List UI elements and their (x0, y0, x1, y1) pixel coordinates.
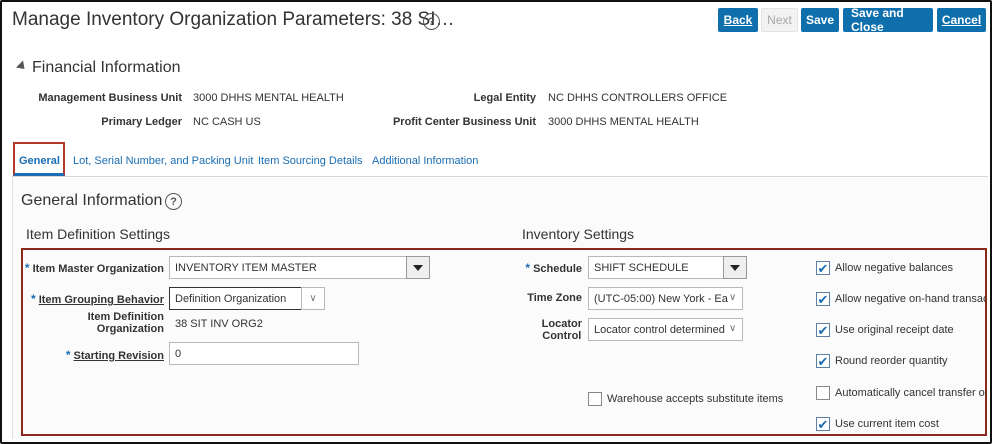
check-icon: ✔ (817, 291, 829, 307)
warehouse-substitute-label: Warehouse accepts substitute items (607, 393, 784, 405)
schedule-label: * Schedule (525, 261, 582, 275)
tab-additional-information[interactable]: Additional Information (372, 155, 478, 167)
dropdown-arrow-icon (730, 264, 740, 271)
grouping-chevron[interactable]: ∨ (301, 287, 325, 310)
dropdown-arrow-icon (413, 264, 423, 271)
page-title: Manage Inventory Organization Parameters… (12, 9, 455, 31)
timezone-label: Time Zone (527, 292, 582, 304)
locator-label: Locator Control (541, 318, 582, 342)
option-label-1: Allow negative on-hand transactio (835, 293, 986, 305)
next-button[interactable]: Next (761, 8, 798, 32)
check-icon: ✔ (817, 353, 829, 369)
legal-entity-label: Legal Entity (473, 92, 536, 104)
collapse-triangle-icon[interactable] (15, 60, 29, 73)
highlight-box (21, 248, 987, 436)
help-icon[interactable]: ? (423, 13, 440, 30)
option-label-2: Use original receipt date (835, 324, 954, 336)
item-definition-heading: Item Definition Settings (26, 226, 170, 242)
revision-label: * Starting Revision (65, 348, 164, 362)
check-icon: ✔ (817, 416, 829, 432)
def-org-value: 38 SIT INV ORG2 (175, 318, 263, 330)
item-master-label: * Item Master Organization (24, 261, 164, 275)
locator-control-select[interactable]: Locator control determined (588, 318, 743, 341)
general-info-heading: General Information (21, 192, 163, 209)
option-checkbox-0[interactable]: ✔ (816, 261, 830, 275)
legal-entity-value: NC DHHS CONTROLLERS OFFICE (548, 92, 728, 104)
inventory-settings-heading: Inventory Settings (522, 226, 635, 242)
grouping-label: * Item Grouping Behavior (31, 292, 164, 306)
grouping-select[interactable]: Definition Organization (169, 287, 302, 310)
save-and-close-button[interactable]: Save and Close (843, 6, 933, 34)
back-button[interactable]: Back (718, 8, 758, 32)
def-org-label: Item Definition Organization (87, 311, 164, 335)
option-checkbox-3[interactable]: ✔ (816, 354, 830, 368)
profit-center-value: 3000 DHHS MENTAL HEALTH (548, 116, 699, 128)
warehouse-substitute-checkbox[interactable] (588, 392, 602, 406)
item-master-dropdown-button[interactable] (406, 256, 430, 279)
check-icon: ✔ (817, 260, 829, 276)
tab-general[interactable]: General (19, 155, 60, 167)
schedule-input[interactable]: SHIFT SCHEDULE (588, 256, 724, 279)
tab-lot-serial-packing[interactable]: Lot, Serial Number, and Packing Unit (73, 155, 253, 167)
option-label-3: Round reorder quantity (835, 355, 948, 367)
schedule-dropdown-button[interactable] (723, 256, 747, 279)
page-title-text: Manage Inventory Organization Parameters… (12, 9, 455, 30)
financial-info-heading: Financial Information (32, 59, 181, 76)
option-checkbox-1[interactable]: ✔ (816, 292, 830, 306)
back-button-label: Back (723, 13, 753, 27)
management-bu-value: 3000 DHHS MENTAL HEALTH (193, 92, 344, 104)
required-indicator: * (24, 261, 30, 275)
item-master-input[interactable]: INVENTORY ITEM MASTER (169, 256, 407, 279)
next-button-label: Next (767, 13, 792, 27)
required-indicator: * (525, 261, 531, 275)
option-label-4: Automatically cancel transfer orde (835, 387, 986, 399)
cancel-button-label: Cancel (941, 13, 982, 27)
check-icon: ✔ (817, 322, 829, 338)
primary-ledger-value: NC CASH US (193, 116, 261, 128)
primary-ledger-label: Primary Ledger (101, 116, 182, 128)
help-icon-general[interactable]: ? (165, 193, 182, 210)
option-label-0: Allow negative balances (835, 262, 954, 274)
starting-revision-input[interactable]: 0 (169, 342, 359, 365)
save-button-label: Save (805, 13, 835, 27)
tab-item-sourcing-details[interactable]: Item Sourcing Details (258, 155, 363, 167)
chevron-down-icon: ∨ (729, 323, 737, 334)
option-checkbox-5[interactable]: ✔ (816, 417, 830, 431)
cancel-button[interactable]: Cancel (937, 8, 986, 32)
timezone-select[interactable]: (UTC-05:00) New York - Ea (588, 287, 743, 310)
chevron-down-icon: ∨ (309, 293, 317, 304)
management-bu-label: Management Business Unit (38, 92, 182, 104)
save-and-close-label: Save and Close (851, 6, 904, 34)
option-checkbox-2[interactable]: ✔ (816, 323, 830, 337)
save-button[interactable]: Save (801, 8, 839, 32)
chevron-down-icon: ∨ (729, 292, 737, 303)
option-checkbox-4[interactable] (816, 386, 830, 400)
required-indicator: * (31, 292, 36, 306)
required-indicator: * (65, 348, 71, 362)
profit-center-label: Profit Center Business Unit (392, 116, 536, 128)
option-label-5: Use current item cost (835, 418, 939, 430)
